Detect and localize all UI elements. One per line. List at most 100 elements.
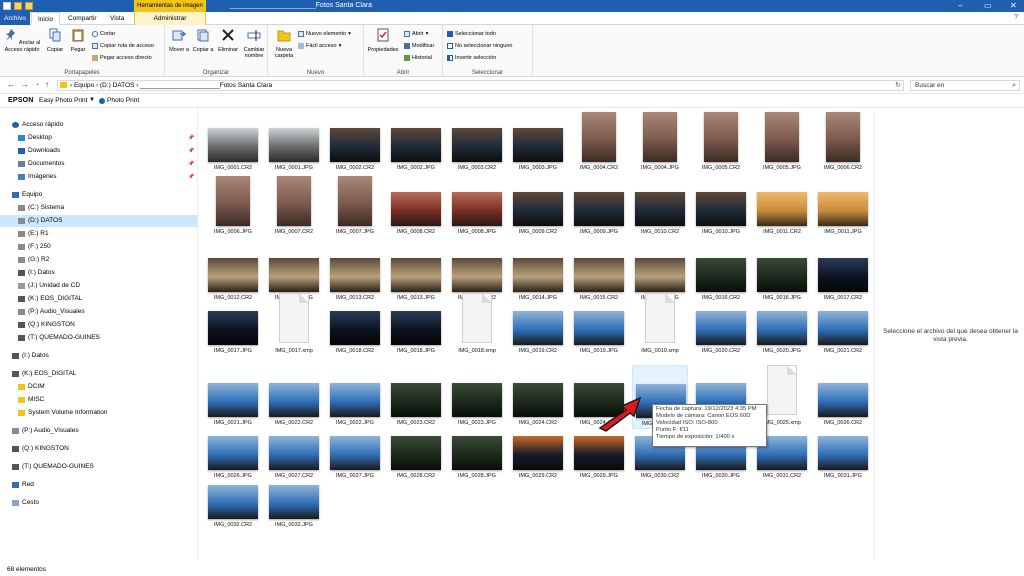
file-tile[interactable]: IMG_0018.JPG [388, 293, 444, 357]
pin-icon[interactable]: 📌 [188, 132, 194, 144]
maximize-button[interactable]: ▭ [984, 1, 992, 10]
recent-locations-chevron-icon[interactable]: ⌄ [35, 80, 40, 87]
pin-icon[interactable]: 📌 [188, 158, 194, 170]
paste-button[interactable]: Pegar [67, 28, 89, 53]
file-tile[interactable]: IMG_0003.JPG [510, 110, 566, 174]
nav-item[interactable]: (I:) Datos [0, 267, 198, 279]
select-none-button[interactable]: No seleccionar ninguno [447, 43, 512, 49]
file-tile[interactable]: IMG_0007.JPG [327, 174, 383, 238]
nav-item[interactable]: (I:) Datos [0, 350, 198, 362]
nav-item[interactable]: MISC [0, 394, 198, 406]
tab-home[interactable]: Inicio [31, 12, 61, 25]
file-tile[interactable]: IMG_0018.CR2 [327, 293, 383, 357]
nav-item[interactable]: Equipo [0, 189, 198, 201]
nav-item[interactable]: Red [0, 479, 198, 491]
properties-button[interactable]: Propiedades [365, 28, 401, 53]
file-tile[interactable]: IMG_0010.JPG [693, 174, 749, 238]
nav-item[interactable]: DCIM [0, 381, 198, 393]
tab-view[interactable]: Vista [104, 12, 130, 25]
nav-item[interactable]: Documentos 📌 [0, 158, 198, 170]
nav-item[interactable]: (K:) EOS_DIGITAL [0, 293, 198, 305]
file-tile[interactable]: IMG_0011.JPG [815, 174, 871, 238]
easy-photo-print-button[interactable]: Easy Photo Print [39, 97, 87, 104]
select-all-button[interactable]: Seleccionar todo [447, 31, 496, 37]
invert-selection-button[interactable]: Invertir selección [447, 55, 496, 61]
file-tile[interactable]: IMG_0032.JPG [266, 467, 322, 531]
nav-item[interactable]: (Q:) KINGSTON [0, 319, 198, 331]
file-tile[interactable]: IMG_0017.JPG [205, 293, 261, 357]
cut-button[interactable]: Cortar [92, 31, 115, 37]
file-tile[interactable]: IMG_0020.CR2 [693, 293, 749, 357]
nav-item[interactable]: (G:) R2 [0, 254, 198, 266]
tab-file[interactable]: Archivo [0, 12, 30, 25]
nav-item[interactable]: (P:) Audio_Visuales [0, 425, 198, 437]
file-tile[interactable]: IMG_0021.CR2 [815, 293, 871, 357]
tab-manage[interactable]: Administrar [134, 12, 206, 25]
nav-item[interactable]: Imágenes 📌 [0, 171, 198, 183]
file-tile[interactable]: IMG_0008.CR2 [388, 174, 444, 238]
nav-item[interactable]: Downloads 📌 [0, 145, 198, 157]
search-input[interactable]: Buscar en ⌕ [910, 80, 1020, 91]
pin-quick-access-button[interactable]: Anclar al Acceso rápido [2, 28, 42, 53]
file-tile[interactable]: IMG_0029.CR2 [510, 418, 566, 482]
nav-item[interactable]: (D:) DATOS [0, 215, 198, 227]
file-tile[interactable]: IMG_0018.xmp [449, 293, 505, 357]
copy-button[interactable]: Copiar [44, 28, 66, 53]
file-tile[interactable]: IMG_0003.CR2 [449, 110, 505, 174]
file-tile[interactable]: IMG_0008.JPG [449, 174, 505, 238]
photo-print-button[interactable]: Photo Print [99, 97, 139, 104]
nav-item[interactable]: (T:) QUEMADO-GUINES [0, 332, 198, 344]
minimize-button[interactable]: – [958, 1, 962, 10]
back-arrow-icon[interactable]: ← [7, 80, 15, 89]
folder-qat-icon[interactable] [25, 2, 33, 10]
file-tile[interactable]: IMG_0019.CR2 [510, 293, 566, 357]
delete-button[interactable]: Eliminar [216, 28, 240, 53]
new-folder-qat-icon[interactable] [14, 2, 22, 10]
new-item-button[interactable]: Nuevo elemento ▾ [298, 31, 351, 37]
new-folder-button[interactable]: Nueva carpeta [271, 28, 297, 60]
nav-item[interactable]: (Q:) KINGSTON [0, 443, 198, 455]
file-tile[interactable]: IMG_0005.CR2 [693, 110, 749, 174]
copy-path-button[interactable]: Copiar ruta de acceso [92, 43, 154, 49]
paste-shortcut-button[interactable]: Pegar acceso directo [92, 55, 152, 61]
file-tile[interactable]: IMG_0010.CR2 [632, 174, 688, 238]
easy-photo-print-dropdown-icon[interactable]: ▼ [89, 97, 95, 103]
file-tile[interactable]: IMG_0032.CR2 [205, 467, 261, 531]
file-tile[interactable]: IMG_0002.CR2 [327, 110, 383, 174]
copy-to-button[interactable]: Copiar a [191, 28, 215, 53]
file-tile[interactable]: IMG_0004.CR2 [571, 110, 627, 174]
nav-item[interactable]: Desktop 📌 [0, 132, 198, 144]
up-arrow-icon[interactable]: ↑ [45, 80, 49, 89]
nav-item[interactable]: Cesto [0, 497, 198, 509]
move-to-button[interactable]: Mover a [167, 28, 191, 53]
file-tile[interactable]: IMG_0001.JPG [266, 110, 322, 174]
history-button[interactable]: Historial [404, 55, 432, 61]
rename-button[interactable]: Cambiar nombre [241, 28, 267, 60]
file-tile[interactable]: IMG_0009.JPG [571, 174, 627, 238]
file-tile[interactable]: IMG_0009.CR2 [510, 174, 566, 238]
file-tile[interactable]: IMG_0020.JPG [754, 293, 810, 357]
nav-item[interactable]: (T:) QUEMADO-GUINES [0, 461, 198, 473]
file-tile[interactable]: IMG_0011.CR2 [754, 174, 810, 238]
forward-arrow-icon[interactable]: → [21, 80, 29, 89]
nav-item[interactable]: Acceso rápido [0, 119, 198, 131]
open-button[interactable]: Abrir ▾ [404, 31, 428, 37]
file-tile[interactable]: IMG_0028.CR2 [388, 418, 444, 482]
file-tile[interactable]: IMG_0005.JPG [754, 110, 810, 174]
nav-item[interactable]: (K:) EOS_DIGITAL [0, 368, 198, 380]
help-icon[interactable]: ? [1014, 14, 1018, 21]
nav-item[interactable]: System Volume Information [0, 407, 198, 419]
tab-share[interactable]: Compartir [62, 12, 103, 25]
easy-access-button[interactable]: Fácil acceso ▾ [298, 43, 341, 49]
file-tile[interactable]: IMG_0017.xmp [266, 293, 322, 357]
file-tile[interactable]: IMG_0006.CR2 [815, 110, 871, 174]
nav-item[interactable]: (C:) Sistema [0, 202, 198, 214]
nav-item[interactable]: (J:) Unidad de CD [0, 280, 198, 292]
file-tile[interactable]: IMG_0019.xmp [632, 293, 688, 357]
pin-icon[interactable]: 📌 [188, 171, 194, 183]
file-tile[interactable]: IMG_0001.CR2 [205, 110, 261, 174]
modify-button[interactable]: Modificar [404, 43, 434, 49]
file-tile[interactable]: IMG_0002.JPG [388, 110, 444, 174]
properties-qat-icon[interactable] [3, 2, 11, 10]
file-tile[interactable]: IMG_0019.JPG [571, 293, 627, 357]
